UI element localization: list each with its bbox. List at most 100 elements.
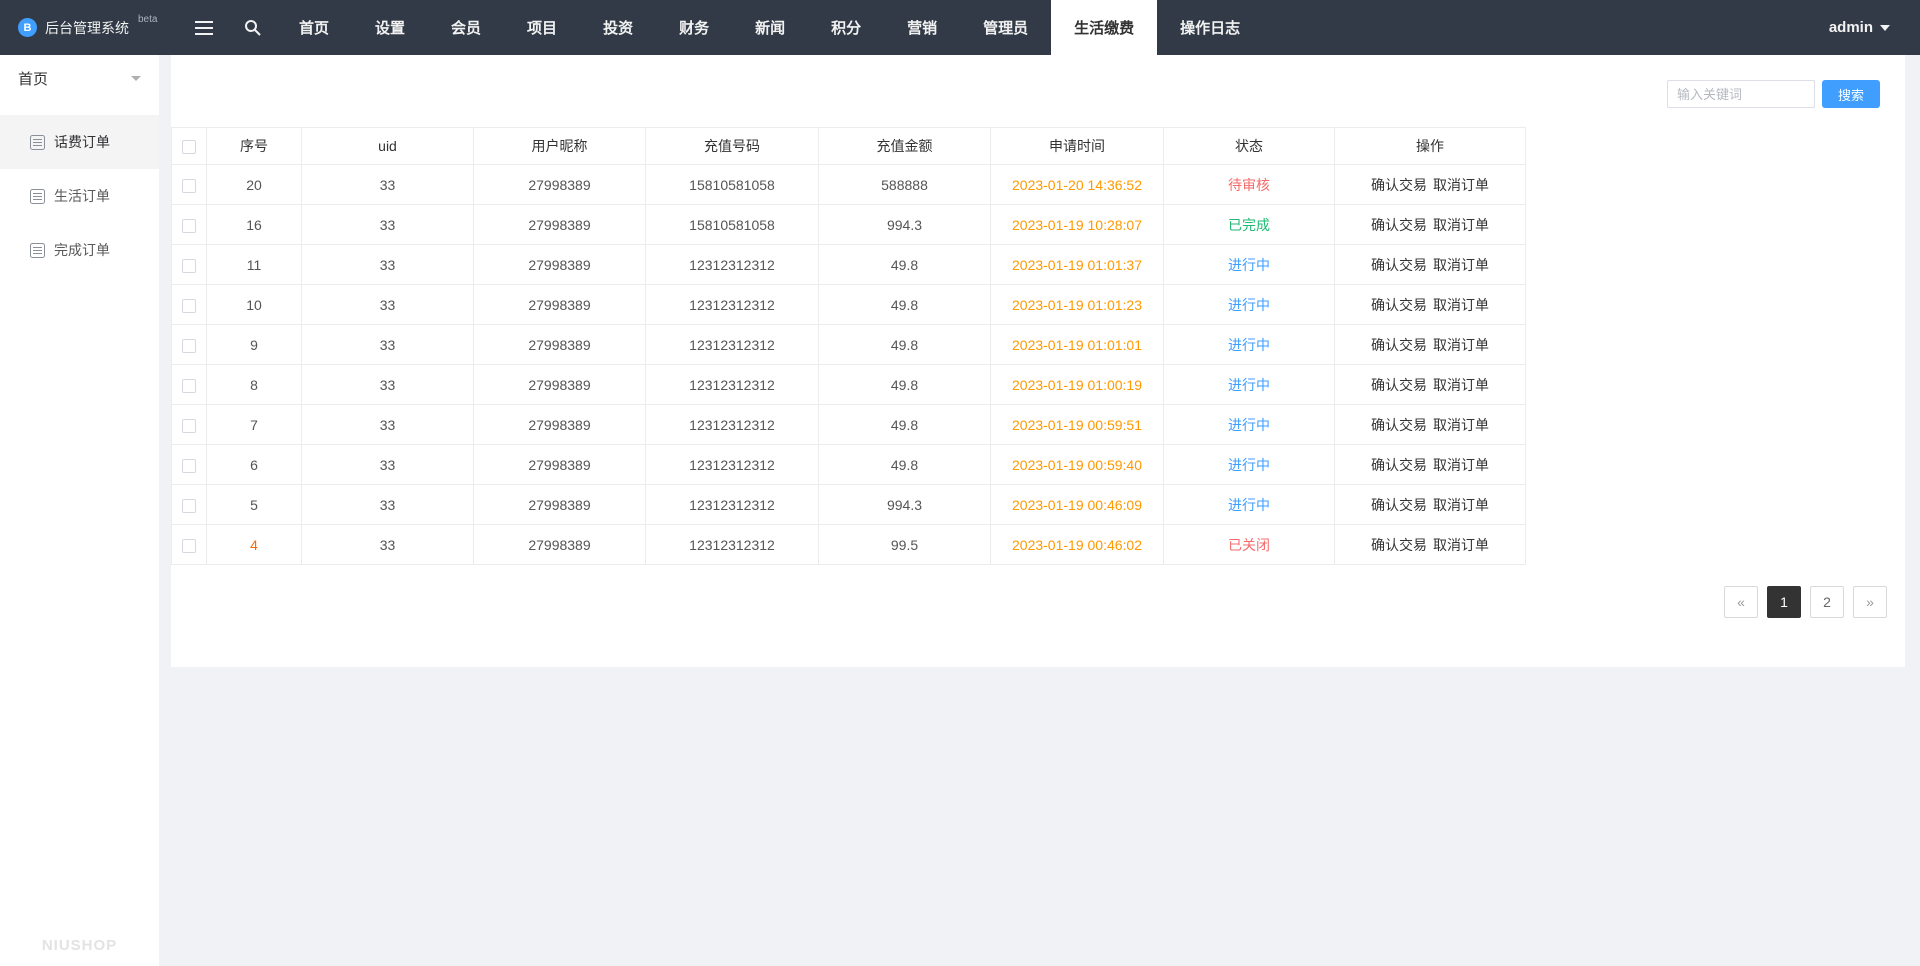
nav-item-marketing[interactable]: 营销 <box>884 0 960 55</box>
confirm-trade-link[interactable]: 确认交易 <box>1371 257 1427 273</box>
cell-seq: 9 <box>206 324 302 365</box>
confirm-trade-link[interactable]: 确认交易 <box>1371 337 1427 353</box>
status-badge: 进行中 <box>1163 244 1335 285</box>
checkbox-cell <box>171 324 207 365</box>
cell-apply-time: 2023-01-19 01:01:01 <box>990 324 1164 365</box>
cell-actions: 确认交易 取消订单 <box>1334 484 1526 525</box>
sidebar-item-life-orders[interactable]: 生活订单 <box>0 169 159 223</box>
cell-recharge-number: 12312312312 <box>645 404 819 445</box>
orders-table: 序号 uid 用户昵称 充值号码 充值金额 申请时间 状态 操作 20 33 27998389… <box>171 127 1905 565</box>
cancel-order-link[interactable]: 取消订单 <box>1433 297 1489 313</box>
status-badge: 已完成 <box>1163 204 1335 245</box>
row-checkbox[interactable] <box>182 258 196 273</box>
row-checkbox[interactable] <box>182 298 196 313</box>
nav-item-life-payment[interactable]: 生活缴费 <box>1051 0 1158 55</box>
confirm-trade-link[interactable]: 确认交易 <box>1371 177 1427 193</box>
row-checkbox[interactable] <box>182 338 196 353</box>
nav-item-home[interactable]: 首页 <box>276 0 352 55</box>
row-checkbox[interactable] <box>182 178 196 193</box>
cell-amount: 49.8 <box>818 284 991 325</box>
cell-actions: 确认交易 取消订单 <box>1334 324 1526 365</box>
confirm-trade-link[interactable]: 确认交易 <box>1371 537 1427 553</box>
column-header: 操作 <box>1334 127 1526 165</box>
search-button[interactable]: 搜索 <box>1822 80 1880 108</box>
select-all-checkbox[interactable] <box>182 140 196 155</box>
search-input[interactable] <box>1667 80 1815 108</box>
table-row: 16 33 27998389 15810581058 994.3 2023-01… <box>171 204 1905 245</box>
cell-amount: 588888 <box>818 164 991 205</box>
confirm-trade-link[interactable]: 确认交易 <box>1371 457 1427 473</box>
row-checkbox[interactable] <box>182 418 196 433</box>
cell-nickname: 27998389 <box>473 204 646 245</box>
filler-cell <box>1525 524 1905 565</box>
nav-item-admins[interactable]: 管理员 <box>960 0 1051 55</box>
nav-item-projects[interactable]: 项目 <box>504 0 580 55</box>
list-icon <box>30 134 45 150</box>
cell-recharge-number: 12312312312 <box>645 244 819 285</box>
confirm-trade-link[interactable]: 确认交易 <box>1371 497 1427 513</box>
cell-apply-time: 2023-01-19 01:00:19 <box>990 364 1164 405</box>
nav-item-operation-log[interactable]: 操作日志 <box>1157 0 1263 55</box>
row-checkbox[interactable] <box>182 538 196 553</box>
pagination: « 1 2 » <box>171 565 1905 618</box>
sidebar-header[interactable]: 首页 <box>0 55 159 101</box>
table-body: 20 33 27998389 15810581058 588888 2023-0… <box>171 164 1905 565</box>
row-checkbox[interactable] <box>182 498 196 513</box>
table-row: 10 33 27998389 12312312312 49.8 2023-01-… <box>171 284 1905 325</box>
confirm-trade-link[interactable]: 确认交易 <box>1371 217 1427 233</box>
cell-seq: 4 <box>206 524 302 565</box>
nav-item-points[interactable]: 积分 <box>808 0 884 55</box>
cancel-order-link[interactable]: 取消订单 <box>1433 377 1489 393</box>
cell-recharge-number: 12312312312 <box>645 524 819 565</box>
user-menu[interactable]: admin <box>1799 0 1920 55</box>
brand: B 后台管理系统 beta <box>0 0 180 55</box>
confirm-trade-link[interactable]: 确认交易 <box>1371 297 1427 313</box>
cancel-order-link[interactable]: 取消订单 <box>1433 497 1489 513</box>
filler-cell <box>1525 204 1905 245</box>
table-row: 20 33 27998389 15810581058 588888 2023-0… <box>171 164 1905 205</box>
main-menu: 首页 设置 会员 项目 投资 财务 新闻 积分 营销 管理员 生活缴费 操作日志 <box>276 0 1263 55</box>
nav-item-members[interactable]: 会员 <box>428 0 504 55</box>
nav-item-finance[interactable]: 财务 <box>656 0 732 55</box>
cancel-order-link[interactable]: 取消订单 <box>1433 537 1489 553</box>
cancel-order-link[interactable]: 取消订单 <box>1433 417 1489 433</box>
row-checkbox[interactable] <box>182 378 196 393</box>
cancel-order-link[interactable]: 取消订单 <box>1433 217 1489 233</box>
menu-toggle-icon[interactable] <box>180 0 228 55</box>
page-number-button[interactable]: 2 <box>1810 586 1844 618</box>
cell-uid: 33 <box>301 244 474 285</box>
sidebar-item-phone-orders[interactable]: 话费订单 <box>0 115 159 169</box>
row-checkbox[interactable] <box>182 218 196 233</box>
nav-item-news[interactable]: 新闻 <box>732 0 808 55</box>
confirm-trade-link[interactable]: 确认交易 <box>1371 377 1427 393</box>
cell-nickname: 27998389 <box>473 404 646 445</box>
cancel-order-link[interactable]: 取消订单 <box>1433 257 1489 273</box>
cell-seq: 6 <box>206 444 302 485</box>
nav-item-invest[interactable]: 投资 <box>580 0 656 55</box>
brand-title: 后台管理系统 <box>45 19 129 36</box>
cancel-order-link[interactable]: 取消订单 <box>1433 337 1489 353</box>
cell-recharge-number: 12312312312 <box>645 324 819 365</box>
cell-seq: 5 <box>206 484 302 525</box>
list-icon <box>30 242 45 258</box>
confirm-trade-link[interactable]: 确认交易 <box>1371 417 1427 433</box>
sidebar-item-completed-orders[interactable]: 完成订单 <box>0 223 159 277</box>
cell-amount: 994.3 <box>818 204 991 245</box>
cell-actions: 确认交易 取消订单 <box>1334 524 1526 565</box>
page-prev-button[interactable]: « <box>1724 586 1758 618</box>
row-checkbox[interactable] <box>182 458 196 473</box>
cancel-order-link[interactable]: 取消订单 <box>1433 177 1489 193</box>
cell-uid: 33 <box>301 324 474 365</box>
navbar-search-icon[interactable] <box>228 0 276 55</box>
filler-cell <box>1525 324 1905 365</box>
cell-actions: 确认交易 取消订单 <box>1334 364 1526 405</box>
cell-recharge-number: 15810581058 <box>645 164 819 205</box>
page-next-button[interactable]: » <box>1853 586 1887 618</box>
status-badge: 进行中 <box>1163 324 1335 365</box>
nav-item-settings[interactable]: 设置 <box>352 0 428 55</box>
cell-apply-time: 2023-01-20 14:36:52 <box>990 164 1164 205</box>
status-badge: 进行中 <box>1163 404 1335 445</box>
page-number-button[interactable]: 1 <box>1767 586 1801 618</box>
cancel-order-link[interactable]: 取消订单 <box>1433 457 1489 473</box>
checkbox-cell <box>171 164 207 205</box>
